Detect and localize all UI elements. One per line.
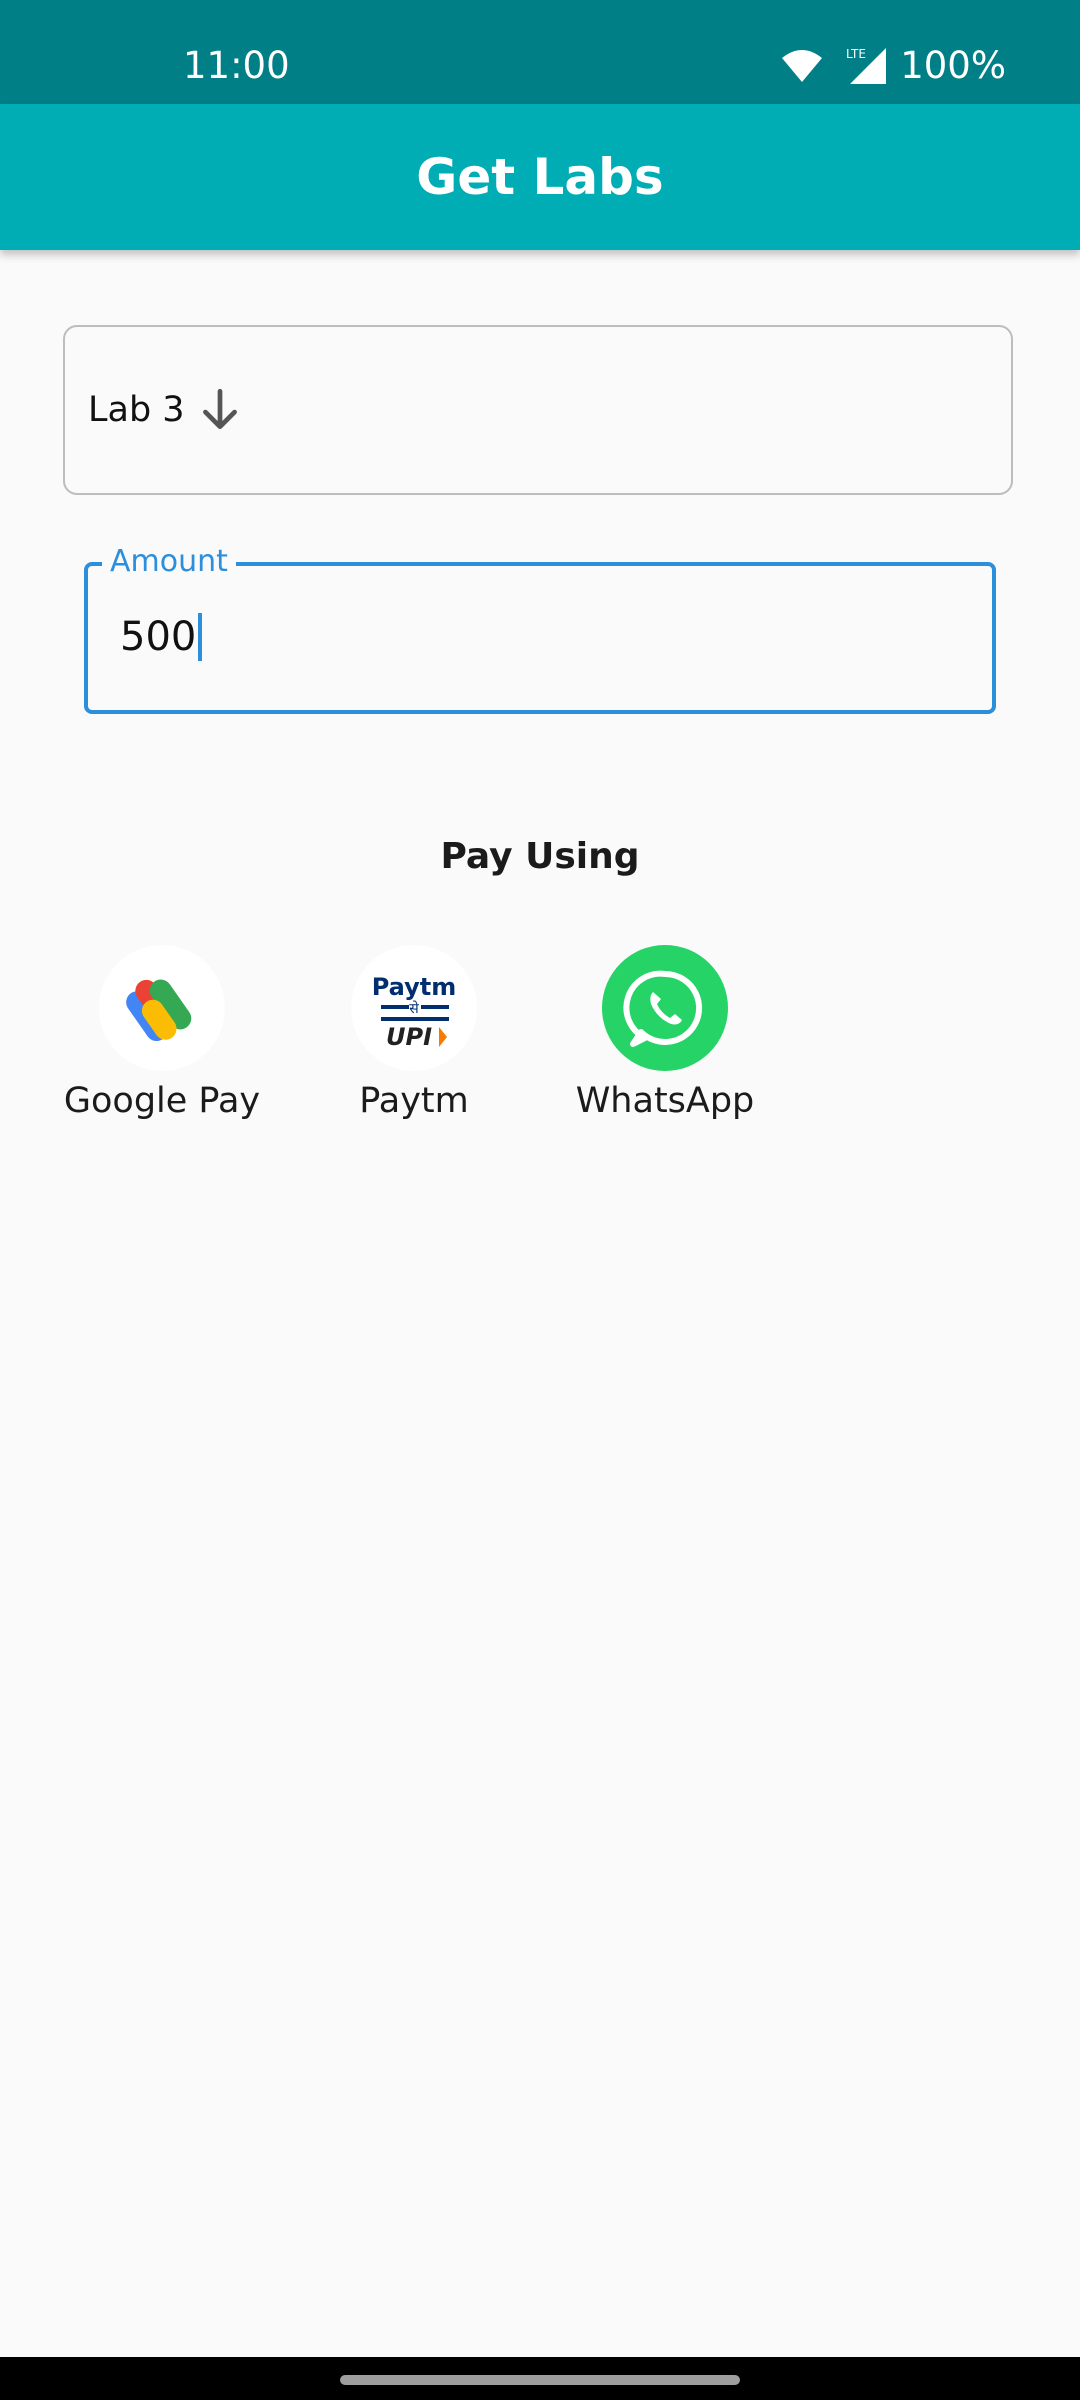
pay-option-label: Paytm — [359, 1081, 469, 1121]
google-pay-icon — [99, 945, 225, 1071]
pay-option-label: Google Pay — [63, 1081, 261, 1121]
amount-input[interactable]: Amount 500 — [84, 542, 996, 714]
pay-option-google-pay[interactable]: Google Pay — [52, 945, 272, 1121]
pay-option-whatsapp[interactable]: WhatsApp — [555, 945, 775, 1121]
pay-option-label: WhatsApp — [575, 1081, 755, 1121]
pay-using-heading: Pay Using — [440, 836, 640, 877]
page-title: Get Labs — [416, 148, 664, 206]
text-cursor — [198, 613, 203, 661]
paytm-logo-text: Paytm — [372, 973, 457, 1001]
pay-option-paytm[interactable]: Paytm से UPI Paytm — [304, 945, 524, 1121]
navigation-bar — [0, 2357, 1080, 2400]
battery-percent: 100% — [900, 44, 1006, 87]
lab-dropdown[interactable]: Lab 3 — [63, 325, 1013, 495]
signal-icon: LTE — [846, 47, 887, 84]
paytm-icon: Paytm से UPI — [351, 945, 477, 1071]
amount-value-row[interactable]: 500 — [120, 612, 203, 662]
status-time: 11:00 — [183, 44, 290, 87]
lab-dropdown-value: Lab 3 — [88, 390, 185, 430]
paytm-logo-upi: UPI — [386, 1023, 432, 1051]
status-icons: LTE 100% — [780, 44, 1006, 88]
amount-value: 500 — [120, 614, 197, 660]
wifi-icon — [782, 50, 823, 82]
whatsapp-icon — [602, 945, 728, 1071]
status-bar: 11:00 LTE 100% — [0, 0, 1080, 104]
arrow-down-icon — [202, 388, 237, 430]
amount-label: Amount — [102, 542, 236, 582]
home-indicator[interactable] — [340, 2375, 740, 2385]
paytm-logo-se: से — [409, 1000, 419, 1017]
network-type-label: LTE — [846, 47, 866, 61]
app-bar: Get Labs — [0, 104, 1080, 250]
